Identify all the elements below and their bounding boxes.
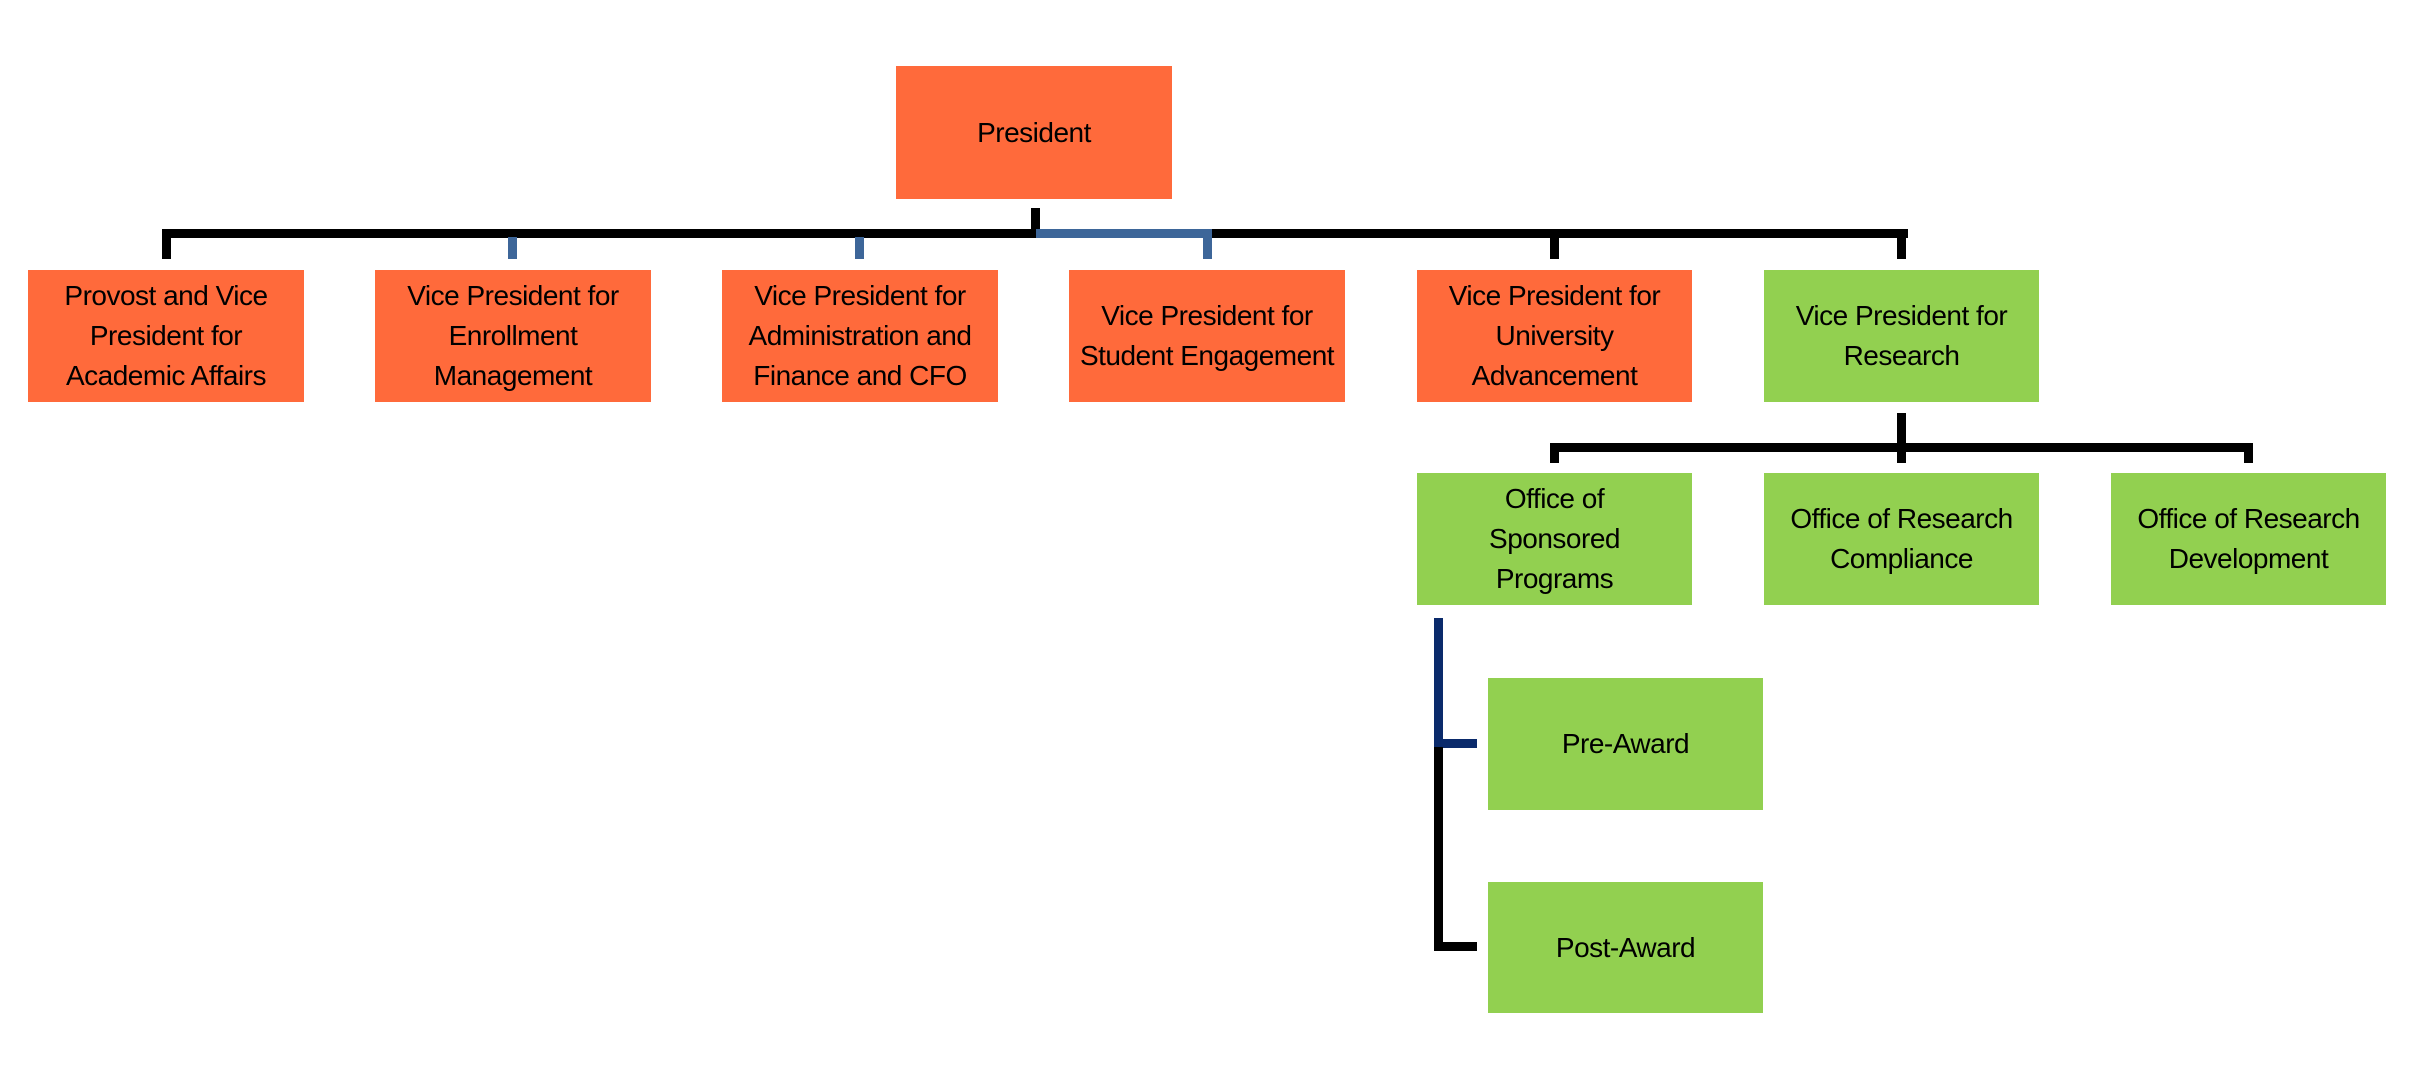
node-label: Vice President for Administration and Fi… — [748, 280, 972, 391]
node-vp-administration: Vice President for Administration and Fi… — [722, 270, 998, 402]
node-label: Provost and Vice President for Academic … — [64, 280, 268, 391]
node-label: Vice President for Research — [1795, 300, 2008, 371]
node-label: President — [977, 116, 1091, 148]
connector-office-bar — [1550, 443, 2250, 452]
node-sponsored-programs: Office of Sponsored Programs — [1417, 473, 1692, 605]
node-vp-research: Vice President for Research — [1764, 270, 2039, 402]
node-label: Vice President for Enrollment Management — [407, 280, 619, 391]
node-label: Office of Research Compliance — [1790, 503, 2013, 574]
connector-drop-vp2 — [508, 237, 517, 259]
node-pre-award: Pre-Award — [1488, 678, 1763, 810]
node-post-award: Post-Award — [1488, 882, 1763, 1013]
node-label: Office of Research Development — [2137, 503, 2360, 574]
connector-drop-office3 — [2244, 443, 2253, 463]
node-vp-enrollment: Vice President for Enrollment Management — [375, 270, 651, 402]
node-vp-student: Vice President for Student Engagement — [1069, 270, 1345, 402]
connector-post-award — [1434, 942, 1477, 951]
connector-drop-office1 — [1550, 443, 1559, 463]
connector-drop-vp4 — [1203, 229, 1212, 259]
node-label: Pre-Award — [1561, 728, 1690, 759]
node-provost: Provost and Vice President for Academic … — [28, 270, 304, 402]
node-research-development: Office of Research Development — [2111, 473, 2386, 605]
connector-research-stem — [1897, 413, 1906, 463]
node-label: Vice President for Student Engagement — [1079, 300, 1335, 371]
node-label: Vice President for University Advancemen… — [1448, 280, 1661, 391]
connector-drop-vp1 — [162, 229, 171, 259]
connector-drop-vp3 — [855, 237, 864, 259]
connector-sponsored-stem — [1434, 618, 1443, 743]
connector-drop-vp6 — [1897, 229, 1906, 259]
node-vp-advancement: Vice President for University Advancemen… — [1417, 270, 1692, 402]
node-president: President — [896, 66, 1172, 199]
connector-vp-bar-blue — [1036, 229, 1211, 238]
node-research-compliance: Office of Research Compliance — [1764, 473, 2039, 605]
connector-vp-bar-left — [162, 229, 1040, 238]
node-label: Office of Sponsored Programs — [1489, 483, 1620, 594]
node-label: Post-Award — [1555, 931, 1696, 963]
connector-sponsored-stem-lower — [1434, 747, 1443, 951]
connector-drop-vp5 — [1550, 229, 1559, 259]
